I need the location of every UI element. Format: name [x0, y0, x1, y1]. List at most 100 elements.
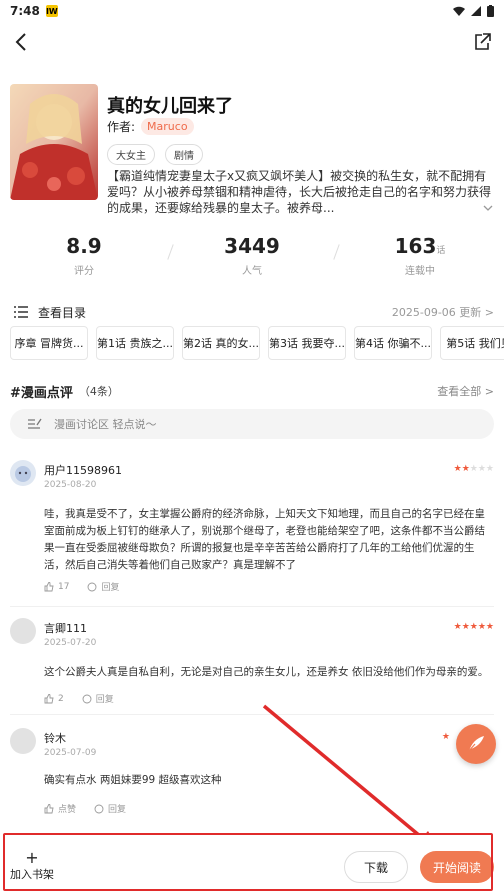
thumb-up-icon [44, 581, 54, 591]
like-count: 2 [58, 693, 64, 704]
review-actions: 17 回复 [44, 580, 119, 593]
view-all-reviews-link[interactable]: 查看全部 > [437, 383, 494, 399]
stat-chapters: 163话 连载中 [336, 234, 504, 278]
comment-input[interactable]: 漫画讨论区 轻点说～ [10, 409, 494, 439]
pen-icon [28, 418, 42, 429]
reply-button[interactable]: 回复 [87, 580, 119, 593]
signal-icon [471, 6, 481, 16]
plus-icon: + [25, 848, 39, 867]
divider [10, 606, 494, 607]
like-count: 17 [58, 581, 70, 592]
review-item: 铃木 2025-07-09 ★ 确实有点水 两姐妹要99 超级喜欢这种 [10, 728, 494, 788]
review-actions-row: 17 回复 [10, 580, 494, 594]
toc-label: 查看目录 [38, 305, 87, 320]
battery-icon [487, 5, 494, 17]
start-reading-button[interactable]: 开始阅读 [420, 851, 494, 883]
review-actions-row: 2 回复 [10, 692, 494, 706]
reply-label: 回复 [108, 805, 127, 815]
divider [10, 714, 494, 715]
rating-label: 评分 [74, 266, 94, 277]
review-item: 言卿111 2025-07-20 ★★★★★ 这个公爵夫人真是自私自利，无论是对… [10, 618, 494, 688]
review-stars: ★★★★★ [453, 622, 494, 632]
toc-updated: 2025-09-06 更新 > [391, 306, 494, 319]
chapter-item[interactable]: 第5话 我们见 [440, 326, 504, 360]
chapters-value-row: 163话 [336, 234, 504, 258]
share-icon[interactable] [470, 30, 494, 54]
stat-popularity: 3449 人气 [168, 234, 336, 278]
comment-icon [88, 582, 97, 591]
comment-icon [82, 694, 92, 703]
chapter-item[interactable]: 序章 冒牌货... [10, 326, 88, 360]
chapters-value: 163 [394, 234, 437, 258]
review-date: 2025-08-20 [44, 480, 97, 490]
tag-list: 大女主 剧情 [107, 144, 203, 165]
description-text: 【霸道纯情宠妻皇太子x又疯又飒坏美人】被交换的私生女，就不配拥有爱吗？从小被养母… [107, 169, 492, 215]
review-text[interactable]: 这个公爵夫人真是自私自利，无论是对自己的亲生女儿，还是养女 依旧没给他们作为母亲… [44, 664, 494, 681]
review-item: 用户11598961 2025-08-20 ★★★★★ 哇，我真是受不了，女主掌… [10, 460, 494, 600]
chevron-down-icon[interactable] [482, 202, 494, 214]
review-actions: 点赞 回复 [44, 802, 126, 815]
download-button[interactable]: 下载 [344, 851, 408, 883]
app-badge-icon: IW [45, 5, 58, 17]
like-label: 点赞 [58, 805, 77, 815]
list-icon [14, 306, 28, 318]
chapter-item[interactable]: 第1话 贵族之... [96, 326, 174, 360]
review-text[interactable]: 确实有点水 两姐妹要99 超级喜欢这种 [44, 772, 494, 789]
reply-label: 回复 [101, 583, 120, 593]
add-to-bookshelf-button[interactable]: + 加入书架 [10, 850, 54, 882]
like-button[interactable]: 2 [44, 692, 64, 705]
review-date: 2025-07-09 [44, 748, 97, 758]
popularity-label: 人气 [242, 266, 262, 277]
toc-header[interactable]: 查看目录 2025-09-06 更新 > [14, 302, 494, 322]
avatar[interactable] [10, 728, 36, 754]
status-bar: 7:48 IW [0, 0, 504, 22]
comment-icon [94, 804, 104, 813]
reply-button[interactable]: 回复 [94, 802, 126, 815]
chapters-unit: 话 [436, 246, 446, 256]
book-title: 真的女儿回来了 [107, 96, 233, 117]
review-text[interactable]: 哇，我真是受不了，女主掌握公爵府的经济命脉，上知天文下知地理，而且自己的名字已经… [44, 506, 494, 574]
like-button[interactable]: 17 [44, 580, 69, 593]
review-actions-row: 点赞 回复 [10, 802, 494, 816]
review-date: 2025-07-20 [44, 638, 97, 648]
wifi-icon [453, 6, 465, 16]
review-username[interactable]: 用户11598961 [44, 462, 122, 478]
chapter-item[interactable]: 第3话 我要夺... [268, 326, 346, 360]
reviews-count: （4条） [78, 385, 119, 398]
comment-placeholder: 漫画讨论区 轻点说～ [54, 418, 157, 431]
author-name-link[interactable]: Maruco [141, 118, 194, 135]
thumb-up-icon [44, 803, 54, 813]
status-time: 7:48 [10, 4, 40, 18]
book-description[interactable]: 【霸道纯情宠妻皇太子x又疯又飒坏美人】被交换的私生女，就不配拥有爱吗？从小被养母… [107, 168, 494, 216]
chapter-list: 序章 冒牌货... 第1话 贵族之... 第2话 真的女... 第3话 我要夺.… [10, 326, 504, 360]
reviews-title: #漫画点评 [10, 385, 73, 401]
back-arrow-icon[interactable] [10, 30, 34, 54]
tag-chip[interactable]: 剧情 [165, 144, 203, 165]
status-icons [453, 5, 494, 17]
reply-button[interactable]: 回复 [82, 692, 114, 705]
feather-pen-icon [467, 736, 484, 753]
top-bar [0, 24, 504, 60]
tag-chip[interactable]: 大女主 [107, 144, 155, 165]
review-stars: ★★★★★ [453, 464, 494, 474]
avatar[interactable] [10, 460, 36, 486]
review-username[interactable]: 言卿111 [44, 620, 87, 636]
review-stars: ★ [441, 732, 450, 742]
reviews-header: #漫画点评 （4条） 查看全部 > [10, 381, 494, 401]
review-username[interactable]: 铃木 [44, 730, 66, 746]
stats-row: 8.9 评分 3449 人气 163话 连载中 [0, 234, 504, 278]
book-info: 真的女儿回来了 作者: Maruco 大女主 剧情 【霸道纯情宠妻皇太子x又疯又… [10, 84, 494, 216]
author-label: 作者: [107, 120, 136, 134]
avatar[interactable] [10, 618, 36, 644]
rating-value: 8.9 [66, 234, 102, 258]
reply-label: 回复 [95, 695, 114, 705]
review-actions: 2 回复 [44, 692, 114, 705]
chapter-item[interactable]: 第2话 真的女... [182, 326, 260, 360]
book-cover[interactable] [10, 84, 98, 200]
popularity-value: 3449 [224, 234, 280, 258]
bookshelf-label: 加入书架 [10, 868, 54, 881]
chapter-item[interactable]: 第4话 你骗不... [354, 326, 432, 360]
author-row: 作者: Maruco [107, 118, 194, 135]
like-button[interactable]: 点赞 [44, 802, 76, 815]
write-review-fab[interactable] [456, 724, 496, 764]
